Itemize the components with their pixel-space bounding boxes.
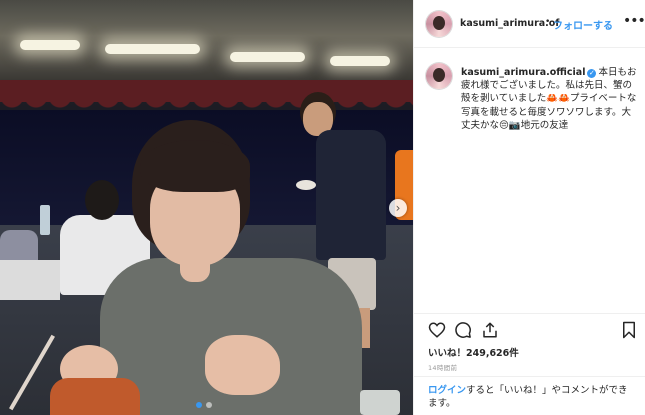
carousel-dot-active — [196, 402, 202, 408]
photo-woman-hand — [205, 335, 280, 395]
comment-icon[interactable] — [454, 321, 472, 339]
like-count[interactable]: いいね！249,626件 — [428, 345, 519, 359]
post-timestamp[interactable]: 14時間前 — [428, 362, 457, 372]
actions-divider — [413, 313, 645, 314]
photo-ceiling-light — [20, 40, 80, 50]
caption-avatar[interactable] — [426, 63, 452, 89]
carousel-dot — [206, 402, 212, 408]
bookmark-icon[interactable] — [620, 321, 638, 339]
photo-plate — [296, 180, 316, 190]
photo-ceiling-light — [230, 52, 305, 62]
share-icon[interactable] — [481, 321, 499, 339]
post-photo[interactable]: › — [0, 0, 413, 415]
photo-ceiling-light — [105, 44, 200, 54]
photo-table-cloth — [0, 260, 60, 300]
caption-username[interactable]: kasumi_arimura.official — [461, 67, 585, 78]
post-caption: kasumi_arimura.official ✓ 本日もお疲れ様でございました。私… — [461, 66, 637, 132]
photo-diner-head — [85, 180, 119, 220]
carousel-indicator — [196, 402, 212, 408]
photo-crab-plate — [50, 378, 140, 415]
heart-icon[interactable] — [428, 321, 446, 339]
post-actions — [428, 321, 638, 341]
header-separator: • — [545, 17, 551, 27]
photo-bottle — [40, 205, 50, 235]
next-slide-button[interactable]: › — [389, 199, 407, 217]
photo-man-shirt — [316, 130, 386, 260]
photo-ceiling-light — [330, 56, 390, 66]
photo-awning-scallop — [0, 96, 413, 110]
verified-badge-icon: ✓ — [587, 69, 597, 78]
header-avatar[interactable] — [426, 11, 452, 37]
photo-woman-bangs — [140, 140, 250, 192]
photo-woman-neck — [180, 262, 210, 282]
login-prompt: ログインすると「いいね！」やコメントができます。 — [428, 384, 633, 410]
photo-glass — [360, 390, 400, 415]
more-options-icon[interactable]: ••• — [623, 13, 645, 29]
login-link[interactable]: ログイン — [428, 385, 466, 396]
follow-button[interactable]: フォローする — [553, 17, 613, 32]
chevron-right-icon: › — [395, 201, 401, 215]
